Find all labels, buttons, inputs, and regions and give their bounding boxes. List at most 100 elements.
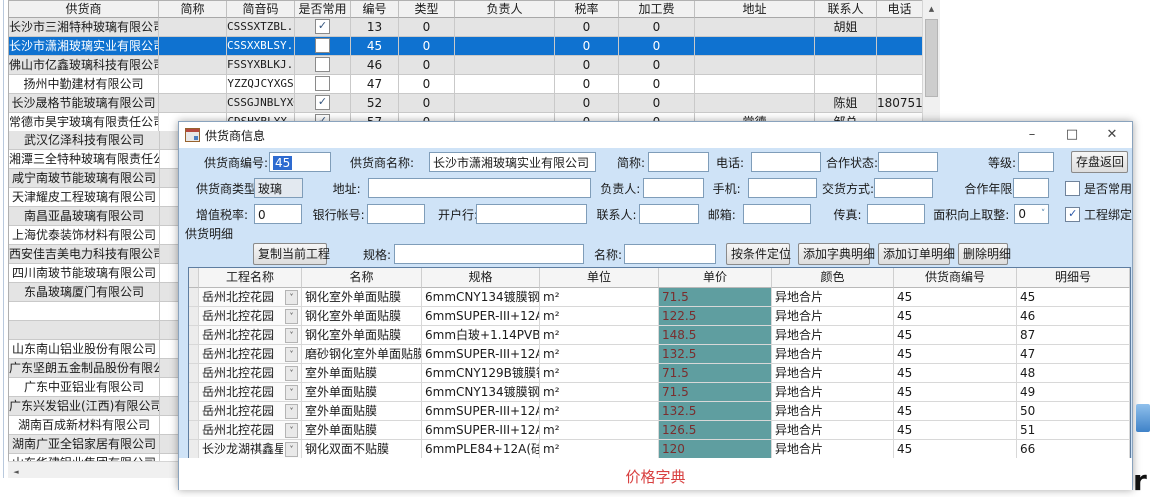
maximize-button[interactable]: □ <box>1052 122 1092 148</box>
abbr-input[interactable] <box>648 152 709 172</box>
save-return-button[interactable]: 存盘返回 <box>1071 151 1128 173</box>
grade-input[interactable] <box>1018 152 1054 172</box>
supplier-row[interactable] <box>9 321 179 340</box>
add-order-detail-button[interactable]: 添加订单明细 <box>878 243 950 265</box>
chevron-down-icon[interactable] <box>285 309 298 324</box>
detail-row[interactable]: 岳州北控花园 钢化室外单面贴膜 6mmSUPER-III+12A(硅... m²… <box>189 307 1130 326</box>
locate-button[interactable]: 按条件定位 <box>726 243 790 265</box>
detail-row[interactable]: 岳州北控花园 室外单面贴膜 6mmSUPER-III+12A(硅... m² 1… <box>189 402 1130 421</box>
project-bind-checkbox[interactable] <box>1065 207 1080 222</box>
supplier-row[interactable]: 咸宁南玻节能玻璃有限公司 <box>9 169 179 188</box>
cell-price[interactable]: 71.5 <box>659 288 772 307</box>
detail-row[interactable]: 岳州北控花园 磨砂钢化室外单面贴膜 6mmSUPER-III+12A(硅... … <box>189 345 1130 364</box>
column-header[interactable]: 规格 <box>422 268 540 288</box>
spec-filter-input[interactable] <box>394 244 584 264</box>
supplier-row[interactable]: 广东兴发铝业(江西)有限公司 <box>9 397 179 416</box>
cell-price[interactable]: 132.5 <box>659 402 772 421</box>
add-dict-detail-button[interactable]: 添加字典明细 <box>798 243 870 265</box>
dialog-titlebar[interactable]: 供货商信息 – □ ✕ <box>179 122 1132 148</box>
supplier-row[interactable]: 山东南山铝业股份有限公司 <box>9 340 179 359</box>
mobile-input[interactable] <box>748 178 817 198</box>
cell-price[interactable]: 132.5 <box>659 345 772 364</box>
cell-price[interactable]: 120 <box>659 440 772 459</box>
cell-price[interactable]: 71.5 <box>659 364 772 383</box>
column-header[interactable]: 简称 <box>159 1 227 18</box>
supplier-row[interactable]: 天津耀皮工程玻璃有限公司 <box>9 188 179 207</box>
supplier-row[interactable]: 广东中亚铝业有限公司 <box>9 378 179 397</box>
column-header[interactable]: 颜色 <box>772 268 894 288</box>
supplier-row[interactable]: 长沙晟格节能玻璃有限公司 CSSGJNBLYXGS 52 0 0 0 陈姐 18… <box>9 94 923 113</box>
round-up-select[interactable]: 0˅ <box>1014 204 1049 224</box>
detail-row[interactable]: 岳州北控花园 室外单面贴膜 6mmCNY129B镀膜钢化 m² 71.5 异地合… <box>189 364 1130 383</box>
supplier-row[interactable] <box>9 302 179 321</box>
column-header[interactable]: 电话 <box>877 1 923 18</box>
scroll-up-icon[interactable] <box>923 0 940 17</box>
project-combo-cell[interactable]: 长沙龙湖祺鑫星座 <box>199 440 302 459</box>
chevron-down-icon[interactable] <box>285 442 298 457</box>
contact-input[interactable] <box>639 204 698 224</box>
project-combo-cell[interactable]: 岳州北控花园 <box>199 326 302 345</box>
copy-project-button[interactable]: 复制当前工程 <box>253 243 327 265</box>
project-combo-cell[interactable]: 岳州北控花园 <box>199 345 302 364</box>
supplier-no-input[interactable]: 45 <box>269 152 331 172</box>
project-combo-cell[interactable]: 岳州北控花园 <box>199 288 302 307</box>
common-checkbox[interactable] <box>315 57 330 72</box>
chevron-down-icon[interactable] <box>285 290 298 305</box>
coop-years-input[interactable] <box>1013 178 1049 198</box>
bank-account-input[interactable] <box>367 204 425 224</box>
supplier-row[interactable]: 武汉亿泽科技有限公司 <box>9 131 179 150</box>
column-header[interactable]: 联系人 <box>815 1 877 18</box>
vat-input[interactable]: 0 <box>254 204 302 224</box>
chevron-down-icon[interactable] <box>285 347 298 362</box>
email-input[interactable] <box>743 204 811 224</box>
cell-price[interactable]: 126.5 <box>659 421 772 440</box>
supplier-row[interactable]: 湖南广亚全铝家居有限公司 <box>9 435 179 454</box>
column-header[interactable]: 单价 <box>659 268 772 288</box>
column-header[interactable]: 编号 <box>351 1 399 18</box>
chevron-down-icon[interactable] <box>285 423 298 438</box>
supplier-name-input[interactable]: 长沙市潇湘玻璃实业有限公司 <box>429 152 596 172</box>
column-header[interactable]: 类型 <box>399 1 455 18</box>
supplier-type-input[interactable]: 玻璃 <box>254 178 303 198</box>
supplier-row[interactable]: 佛山市亿鑫玻璃科技有限公司 FSSYXBLKJ.. 46 0 0 0 <box>9 56 923 75</box>
column-header[interactable]: 税率 <box>555 1 619 18</box>
is-common-checkbox[interactable] <box>1065 181 1080 196</box>
project-combo-cell[interactable]: 岳州北控花园 <box>199 307 302 326</box>
grid-horizontal-scrollbar[interactable] <box>8 461 178 478</box>
supplier-row[interactable]: 南昌亚晶玻璃有限公司 <box>9 207 179 226</box>
column-header[interactable]: 供货商 <box>9 1 159 18</box>
supplier-row[interactable]: 扬州中勤建材有限公司 YZZQJCYXGS 47 0 0 0 <box>9 75 923 94</box>
chevron-down-icon[interactable] <box>285 366 298 381</box>
coop-status-input[interactable] <box>878 152 938 172</box>
project-combo-cell[interactable]: 岳州北控花园 <box>199 421 302 440</box>
scroll-left-icon[interactable] <box>8 463 24 477</box>
supplier-row[interactable]: 长沙市潇湘玻璃实业有限公司 CSSXXBLSY.. 45 0 0 0 <box>9 37 923 56</box>
column-header[interactable]: 负责人 <box>455 1 555 18</box>
detail-row[interactable]: 长沙龙湖祺鑫星座 钢化双面不贴膜 6mmPLE84+12A(硅酮胶... m² … <box>189 440 1130 459</box>
detail-row[interactable]: 岳州北控花园 钢化室外单面贴膜 6mm白玻+1.14PVB+6mm... m² … <box>189 326 1130 345</box>
name-filter-input[interactable] <box>624 244 716 264</box>
minimize-button[interactable]: – <box>1012 122 1052 148</box>
column-header[interactable]: 是否常用 <box>295 1 351 18</box>
chevron-down-icon[interactable] <box>285 328 298 343</box>
column-header[interactable]: 地址 <box>695 1 815 18</box>
common-checkbox[interactable] <box>315 95 330 110</box>
cell-price[interactable]: 71.5 <box>659 383 772 402</box>
bank-input[interactable] <box>476 204 588 224</box>
column-header[interactable]: 简音码 <box>227 1 295 18</box>
close-button[interactable]: ✕ <box>1092 122 1132 148</box>
chevron-down-icon[interactable] <box>285 385 298 400</box>
project-combo-cell[interactable]: 岳州北控花园 <box>199 364 302 383</box>
project-combo-cell[interactable]: 岳州北控花园 <box>199 402 302 421</box>
detail-row[interactable]: 岳州北控花园 钢化室外单面贴膜 6mmCNY134镀膜钢化 m² 71.5 异地… <box>189 288 1130 307</box>
supplier-row[interactable]: 长沙市三湘特种玻璃有限公司 CSSSXTZBL.. 13 0 0 0 胡姐 <box>9 18 923 37</box>
common-checkbox[interactable] <box>315 38 330 53</box>
column-header[interactable]: 单位 <box>540 268 659 288</box>
column-header[interactable]: 工程名称 <box>199 268 302 288</box>
supplier-row[interactable]: 山东华建铝业集团有限公司 <box>9 454 179 461</box>
supplier-row[interactable]: 西安佳吉美电力科技有限公司 <box>9 245 179 264</box>
supplier-row[interactable]: 上海优泰装饰材料有限公司 <box>9 226 179 245</box>
chevron-down-icon[interactable] <box>285 404 298 419</box>
detail-row[interactable]: 岳州北控花园 室外单面贴膜 6mmCNY134镀膜钢化 m² 71.5 异地合片… <box>189 383 1130 402</box>
supplier-row[interactable]: 四川南玻节能玻璃有限公司 <box>9 264 179 283</box>
